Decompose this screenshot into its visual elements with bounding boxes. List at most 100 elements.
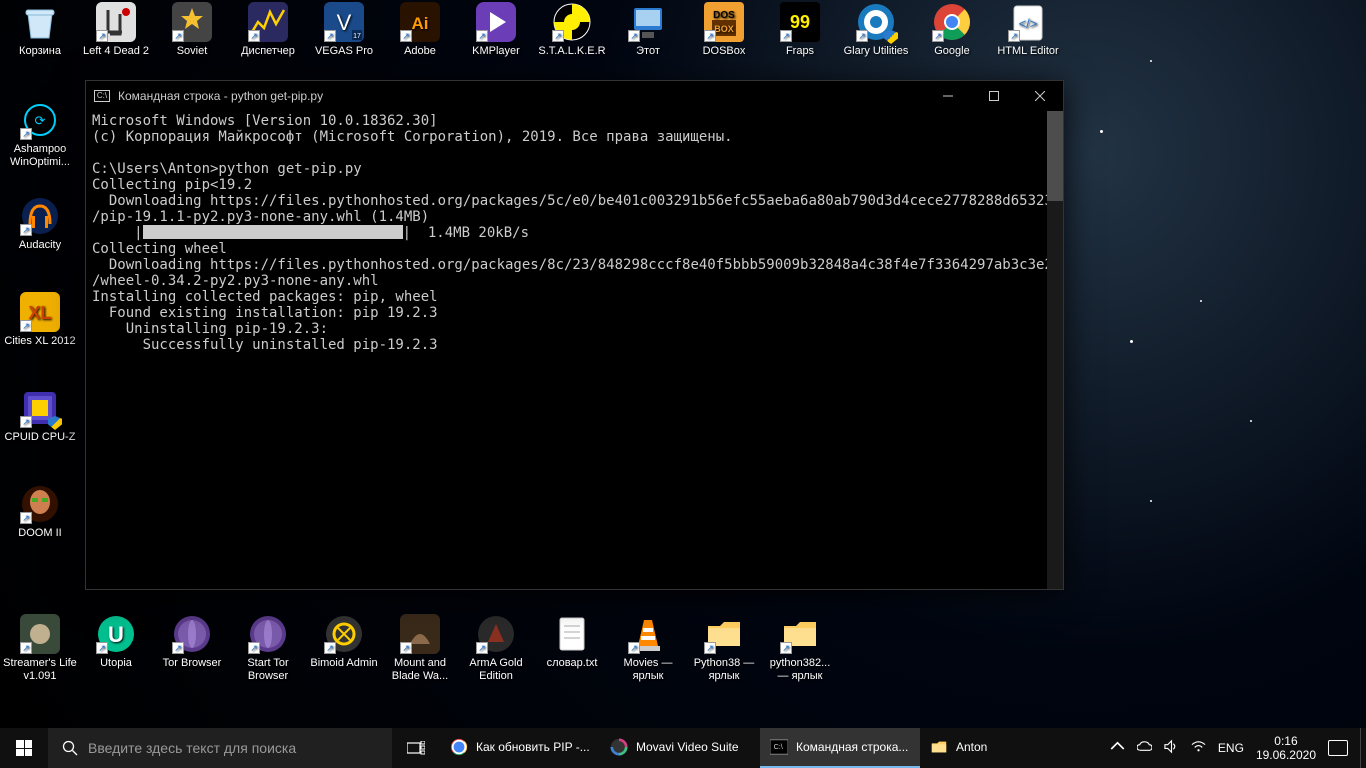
task-view-button[interactable] <box>392 728 440 768</box>
onedrive-icon[interactable] <box>1137 739 1152 757</box>
svg-text:99: 99 <box>790 12 810 32</box>
chrome-icon: ↗ <box>932 2 972 42</box>
desktop-icon-chrome[interactable]: ↗ Google <box>914 2 990 58</box>
taskbar-item-label: Anton <box>956 740 987 754</box>
desktop-icon-tor[interactable]: ↗Start Tor Browser <box>230 614 306 683</box>
icon-label: Google <box>934 45 969 58</box>
icon-label: Bimoid Admin <box>310 657 377 670</box>
desktop-icon-vegas[interactable]: V17↗VEGAS Pro <box>306 2 382 58</box>
shortcut-arrow-icon: ↗ <box>780 642 792 654</box>
icon-label: Left 4 Dead 2 <box>83 45 149 58</box>
desktop-icon-ai[interactable]: Ai↗Adobe <box>382 2 458 58</box>
desktop-icon-txt[interactable]: словар.txt <box>534 614 610 670</box>
start-button[interactable] <box>0 728 48 768</box>
glary-icon: ↗ <box>856 2 896 42</box>
shortcut-arrow-icon: ↗ <box>96 642 108 654</box>
taskbar-item-label: Movavi Video Suite <box>636 740 739 754</box>
progress-bar <box>143 225 403 239</box>
utopia-icon: U↗ <box>96 614 136 654</box>
tray-chevron-icon[interactable] <box>1110 739 1125 757</box>
icon-label: Fraps <box>786 45 814 58</box>
shortcut-arrow-icon: ↗ <box>400 642 412 654</box>
icon-label: VEGAS Pro <box>315 45 373 58</box>
kmp-icon: ↗ <box>476 2 516 42</box>
icon-label: Cities XL 2012 <box>4 335 75 348</box>
desktop-icon-arma[interactable]: ↗ ArmA Gold Edition <box>458 614 534 683</box>
cpuz-icon: ↗ <box>20 388 60 428</box>
volume-icon[interactable] <box>1164 739 1179 757</box>
icon-label: Python38 — ярлык <box>687 657 761 683</box>
desktop-icon-kmp[interactable]: ↗KMPlayer <box>458 2 534 58</box>
language-indicator[interactable]: ENG <box>1218 741 1244 755</box>
show-desktop-button[interactable] <box>1360 728 1366 768</box>
desktop-icon-taskmgr[interactable]: ↗ Диспетчер <box>230 2 306 58</box>
desktop-icon-stalker[interactable]: ↗S.T.A.L.K.E.R <box>534 2 610 58</box>
taskbar-item[interactable]: C:\Командная строка... <box>760 728 920 768</box>
desktop-icon-doom[interactable]: ↗DOOM II <box>2 484 78 540</box>
icon-label: Корзина <box>19 45 61 58</box>
desktop-icon-audacity[interactable]: ↗Audacity <box>2 196 78 252</box>
movavi-icon <box>610 738 628 756</box>
desktop-icon-tor[interactable]: ↗ Tor Browser <box>154 614 230 670</box>
desktop-icon-bimoid[interactable]: ↗Bimoid Admin <box>306 614 382 670</box>
desktop-icon-bin[interactable]: Корзина <box>2 2 78 58</box>
shortcut-arrow-icon: ↗ <box>704 30 716 42</box>
notifications-icon[interactable] <box>1328 740 1348 756</box>
search-box[interactable]: Введите здесь текст для поиска <box>48 728 392 768</box>
desktop-icon-ashampoo[interactable]: ⟳↗Ashampoo WinOptimi... <box>2 100 78 169</box>
l4d-icon: ↗ <box>96 2 136 42</box>
desktop-icon-cpuz[interactable]: ↗CPUID CPU-Z <box>2 388 78 444</box>
svg-text:17: 17 <box>353 33 361 40</box>
icon-label: Utopia <box>100 657 132 670</box>
stalker-icon: ↗ <box>552 2 592 42</box>
taskbar-item[interactable]: Movavi Video Suite <box>600 728 760 768</box>
svg-text:BOX: BOX <box>714 24 734 34</box>
taskbar-item[interactable]: Anton <box>920 728 1080 768</box>
cmd-titlebar[interactable]: C:\ Командная строка - python get-pip.py <box>86 81 1063 111</box>
desktop-icon-streamer[interactable]: ↗Streamer's Life v1.091 <box>2 614 78 683</box>
desktop-icon-citiesxl[interactable]: XL↗ Cities XL 2012 <box>2 292 78 348</box>
desktop-icon-mount[interactable]: ↗ Mount and Blade Wa... <box>382 614 458 683</box>
icon-label: Mount and Blade Wa... <box>383 657 457 683</box>
desktop-icon-l4d[interactable]: ↗ Left 4 Dead 2 <box>78 2 154 58</box>
icon-label: HTML Editor <box>997 45 1058 58</box>
explorer-icon <box>930 738 948 756</box>
close-button[interactable] <box>1017 81 1063 111</box>
shortcut-arrow-icon: ↗ <box>628 30 640 42</box>
desktop-icon-fraps[interactable]: 99↗ Fraps <box>762 2 838 58</box>
cmd-scrollbar[interactable] <box>1047 111 1063 589</box>
txt-icon <box>552 614 592 654</box>
maximize-button[interactable] <box>971 81 1017 111</box>
minimize-button[interactable] <box>925 81 971 111</box>
tor-icon: ↗ <box>248 614 288 654</box>
folder-icon: ↗ <box>704 614 744 654</box>
wifi-icon[interactable] <box>1191 739 1206 757</box>
icon-label: Ashampoo WinOptimi... <box>3 143 77 169</box>
desktop-icon-utopia[interactable]: U↗ Utopia <box>78 614 154 670</box>
taskbar-item[interactable]: Как обновить PIP -... <box>440 728 600 768</box>
fraps-icon: 99↗ <box>780 2 820 42</box>
clock[interactable]: 0:16 19.06.2020 <box>1256 734 1316 762</box>
taskbar-item-label: Как обновить PIP -... <box>476 740 590 754</box>
desktop-icon-pc[interactable]: ↗Этот <box>610 2 686 58</box>
desktop-icon-folder[interactable]: ↗ Python38 — ярлык <box>686 614 762 683</box>
desktop-icon-folder[interactable]: ↗ python382... — ярлык <box>762 614 838 683</box>
citiesxl-icon: XL↗ <box>20 292 60 332</box>
clock-time: 0:16 <box>1256 734 1316 748</box>
icon-label: Диспетчер <box>241 45 295 58</box>
desktop-icon-glary[interactable]: ↗Glary Utilities <box>838 2 914 58</box>
icon-label: ArmA Gold Edition <box>459 657 533 683</box>
cmd-output[interactable]: Microsoft Windows [Version 10.0.18362.30… <box>86 111 1063 589</box>
desktop-icon-soviet[interactable]: ↗Soviet <box>154 2 230 58</box>
desktop-icon-vlc[interactable]: ↗Movies — ярлык <box>610 614 686 683</box>
icon-label: python382... — ярлык <box>763 657 837 683</box>
icon-label: Tor Browser <box>163 657 222 670</box>
chrome-icon <box>450 738 468 756</box>
desktop-icon-html[interactable]: </>↗HTML Editor <box>990 2 1066 58</box>
shortcut-arrow-icon: ↗ <box>476 642 488 654</box>
streamer-icon: ↗ <box>20 614 60 654</box>
desktop-icon-dosbox[interactable]: DOSBOX↗DOSBox <box>686 2 762 58</box>
tor-icon: ↗ <box>172 614 212 654</box>
audacity-icon: ↗ <box>20 196 60 236</box>
taskmgr-icon: ↗ <box>248 2 288 42</box>
